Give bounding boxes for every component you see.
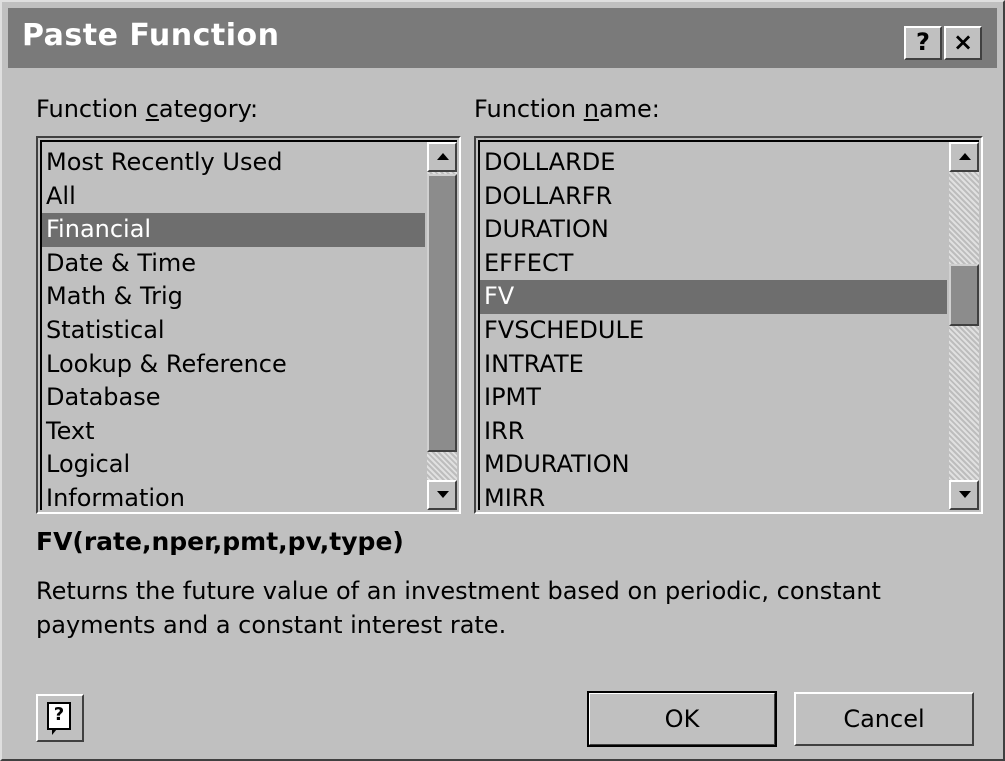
close-button[interactable]: × [944,26,982,60]
category-scrollbar[interactable] [427,142,457,510]
dialog-title: Paste Function [22,18,280,53]
close-icon: × [952,28,974,56]
category-list-item[interactable]: All [42,180,425,214]
category-scroll-up-button[interactable] [427,142,457,172]
function-category-list[interactable]: Most Recently Used All Financial Date & Tim… [36,136,461,514]
category-scroll-down-button[interactable] [427,480,457,510]
category-label-text: Function [36,95,146,123]
category-items: Most Recently Used All Financial Date & Tim… [42,146,425,510]
arrow-up-icon [959,153,971,160]
function-syntax: FV(rate,nper,pmt,pv,type) [36,527,404,556]
ok-button[interactable]: OK [587,691,777,747]
question-mark-icon: ? [916,28,930,56]
function-list-item[interactable]: IRR [480,415,947,449]
function-list-item[interactable]: MDURATION [480,448,947,482]
function-list-item[interactable]: EFFECT [480,247,947,281]
function-name-label: Function name: [474,95,660,123]
function-description: Returns the future value of an investmen… [36,577,881,639]
category-list-item[interactable]: Logical [42,448,425,482]
category-list-item[interactable]: Financial [42,213,425,247]
arrow-down-icon [437,491,449,498]
function-list-item[interactable]: DOLLARFR [480,180,947,214]
function-list-item[interactable]: INTRATE [480,348,947,382]
office-assistant-help-button[interactable]: ? [36,694,84,742]
category-label-accelerator: c [145,95,159,123]
context-help-button[interactable]: ? [904,26,942,60]
function-category-label: Function category: [36,95,258,123]
name-label-text: Function [474,95,584,123]
category-list-item[interactable]: Text [42,415,425,449]
paste-function-dialog: Paste Function ? × Function category: Fu… [0,0,1005,761]
category-list-item[interactable]: Information [42,482,425,510]
title-bar[interactable]: Paste Function ? × [8,8,997,68]
function-scrollbar[interactable] [949,142,979,510]
help-icon: ? [47,702,71,730]
cancel-button[interactable]: Cancel [794,692,974,746]
category-scroll-thumb[interactable] [427,174,457,452]
function-list-item[interactable]: MIRR [480,482,947,510]
function-scroll-up-button[interactable] [949,142,979,172]
function-name-list[interactable]: DOLLARDE DOLLARFR DURATION EFFECT FV FVSCHEDU… [474,136,983,514]
function-scroll-thumb[interactable] [949,264,979,326]
name-label-accelerator: n [583,95,599,123]
arrow-down-icon [959,491,971,498]
category-list-item[interactable]: Lookup & Reference [42,348,425,382]
category-label-text-end: ategory: [158,95,259,123]
function-list-item[interactable]: FV [480,280,947,314]
function-list-item[interactable]: DURATION [480,213,947,247]
arrow-up-icon [437,153,449,160]
function-list-item[interactable]: DOLLARDE [480,146,947,180]
function-scroll-down-button[interactable] [949,480,979,510]
category-list-item[interactable]: Statistical [42,314,425,348]
function-list-item[interactable]: IPMT [480,381,947,415]
category-list-item[interactable]: Most Recently Used [42,146,425,180]
function-items: DOLLARDE DOLLARFR DURATION EFFECT FV FVSCHEDU… [480,146,947,510]
help-icon-tail [52,729,57,735]
category-list-item[interactable]: Date & Time [42,247,425,281]
name-label-text-end: ame: [598,95,660,123]
category-list-item[interactable]: Database [42,381,425,415]
function-list-item[interactable]: FVSCHEDULE [480,314,947,348]
category-list-item[interactable]: Math & Trig [42,280,425,314]
